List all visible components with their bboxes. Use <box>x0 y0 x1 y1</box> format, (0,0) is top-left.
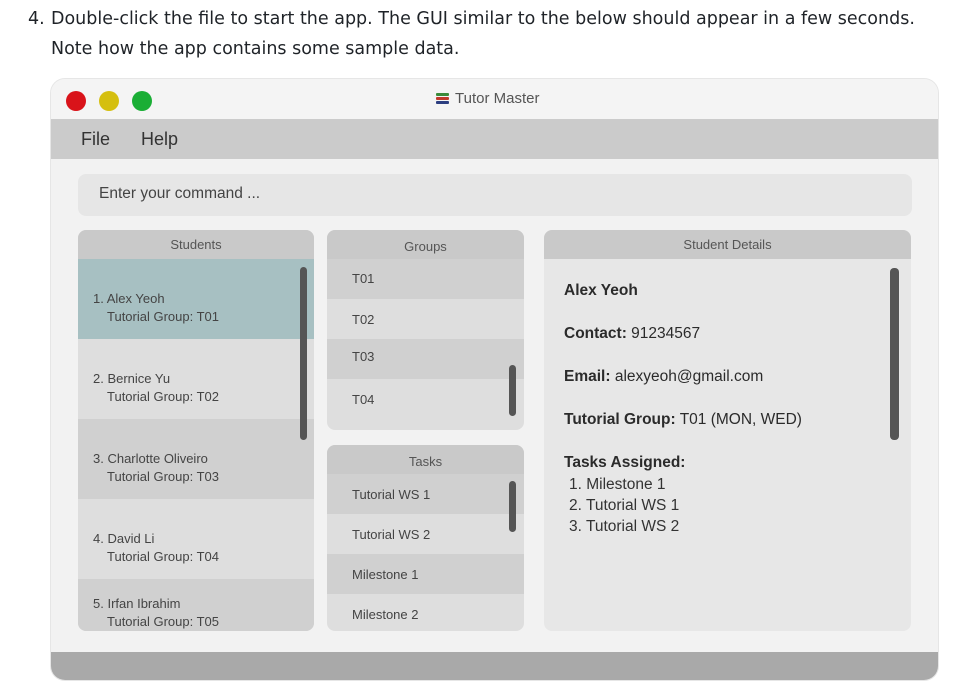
task-list-item[interactable]: Tutorial WS 2 <box>327 514 524 554</box>
detail-task-item: 2. Tutorial WS 1 <box>569 497 680 514</box>
student-details-header: Student Details <box>544 230 911 259</box>
step-number: 4. <box>28 9 45 29</box>
tasks-scrollbar[interactable] <box>509 481 516 532</box>
group-label: T03 <box>352 349 375 364</box>
groups-header: Groups <box>327 230 524 259</box>
app-window-screenshot: Tutor Master File Help Enter your comman… <box>51 79 938 680</box>
task-list-item[interactable]: Tutorial WS 1 <box>327 474 524 514</box>
student-group: Tutorial Group: T02 <box>107 389 219 404</box>
student-group: Tutorial Group: T05 <box>107 614 219 629</box>
student-name: 2. Bernice Yu <box>93 371 171 386</box>
student-name: 1. Alex Yeoh <box>93 291 165 306</box>
tasks-panel: Tasks Tutorial WS 1 Tutorial WS 2 Milest… <box>327 445 524 631</box>
student-list-item[interactable]: 5. Irfan Ibrahim Tutorial Group: T05 <box>78 579 314 631</box>
step-text: Double-click the file to start the app. … <box>51 9 915 59</box>
close-window-button[interactable] <box>66 91 86 111</box>
status-bar <box>51 652 938 680</box>
student-list-item[interactable]: 1. Alex Yeoh Tutorial Group: T01 <box>78 259 314 339</box>
tasks-header: Tasks <box>327 445 524 474</box>
students-scrollbar[interactable] <box>300 267 307 440</box>
group-label: T01 <box>352 271 375 286</box>
student-name: 3. Charlotte Oliveiro <box>93 451 208 466</box>
group-list-item[interactable]: T02 <box>327 299 524 339</box>
student-details-panel: Student Details Alex Yeoh Contact: 91234… <box>544 230 911 631</box>
minimize-window-button[interactable] <box>99 91 119 111</box>
detail-task-item: 1. Milestone 1 <box>569 476 666 493</box>
group-list-item[interactable]: T01 <box>327 259 524 299</box>
groups-panel: Groups T01 T02 T03 T04 <box>327 230 524 430</box>
task-label: Milestone 1 <box>352 567 419 582</box>
detail-task-item: 3. Tutorial WS 2 <box>569 518 680 535</box>
detail-tasks-label: Tasks Assigned: <box>564 454 686 471</box>
group-list-item[interactable]: T03 <box>327 339 524 379</box>
detail-email: Email: alexyeoh@gmail.com <box>564 368 764 385</box>
student-list-item[interactable]: 3. Charlotte Oliveiro Tutorial Group: T0… <box>78 419 314 499</box>
student-group: Tutorial Group: T01 <box>107 309 219 324</box>
task-label: Milestone 2 <box>352 607 419 622</box>
student-list-item[interactable]: 4. David Li Tutorial Group: T04 <box>78 499 314 579</box>
student-name: 5. Irfan Ibrahim <box>93 596 181 611</box>
student-group: Tutorial Group: T04 <box>107 549 219 564</box>
group-list-item[interactable]: T04 <box>327 379 524 419</box>
student-list-item[interactable]: 2. Bernice Yu Tutorial Group: T02 <box>78 339 314 419</box>
task-label: Tutorial WS 2 <box>352 527 431 542</box>
students-panel: Students 1. Alex Yeoh Tutorial Group: T0… <box>78 230 314 631</box>
window-title-text: Tutor Master <box>455 90 540 107</box>
student-name: 4. David Li <box>93 531 155 546</box>
students-header: Students <box>78 230 314 259</box>
maximize-window-button[interactable] <box>132 91 152 111</box>
group-label: T02 <box>352 312 375 327</box>
detail-contact: Contact: 91234567 <box>564 325 701 342</box>
command-input[interactable]: Enter your command ... <box>78 174 912 216</box>
groups-scrollbar[interactable] <box>509 365 516 416</box>
details-scrollbar[interactable] <box>890 268 899 440</box>
books-icon <box>436 92 450 105</box>
menu-bar: File Help <box>51 119 938 159</box>
detail-name: Alex Yeoh <box>564 282 638 299</box>
task-label: Tutorial WS 1 <box>352 487 431 502</box>
title-bar: Tutor Master <box>51 79 938 119</box>
window-title: Tutor Master <box>436 90 539 107</box>
detail-tutorial-group: Tutorial Group: T01 (MON, WED) <box>564 411 802 428</box>
group-label: T04 <box>352 392 375 407</box>
student-group: Tutorial Group: T03 <box>107 469 219 484</box>
menu-help[interactable]: Help <box>141 129 178 150</box>
task-list-item[interactable]: Milestone 2 <box>327 594 524 631</box>
instruction-paragraph: 4. Double-click the file to start the ap… <box>28 4 948 64</box>
menu-file[interactable]: File <box>81 129 110 150</box>
task-list-item[interactable]: Milestone 1 <box>327 554 524 594</box>
